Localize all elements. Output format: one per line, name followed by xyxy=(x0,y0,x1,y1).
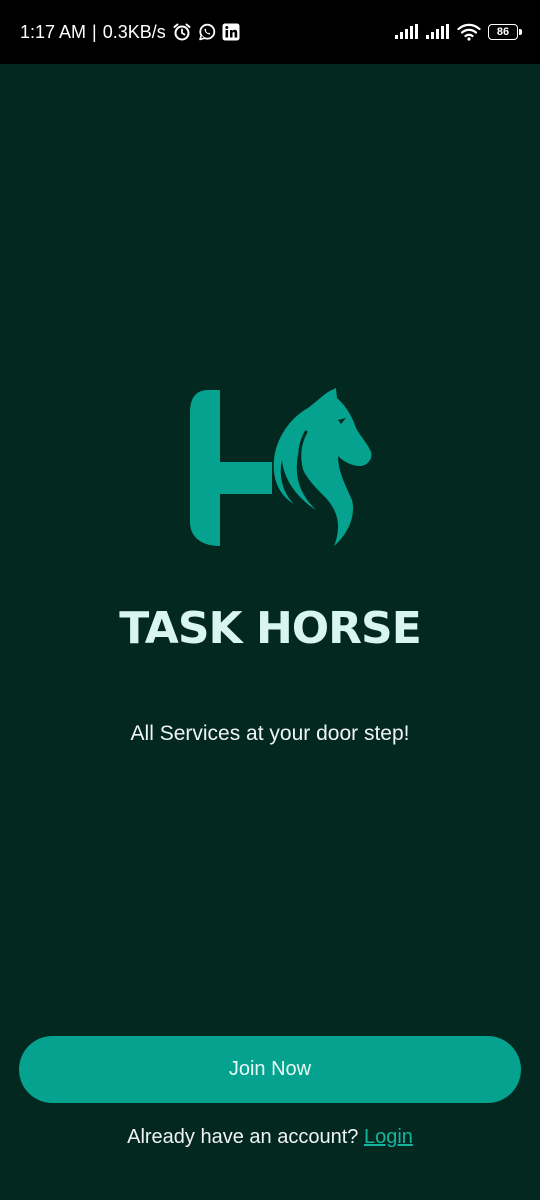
horse-logo-icon xyxy=(188,386,374,550)
status-separator: | xyxy=(92,22,97,42)
battery-icon: 86 xyxy=(488,24,522,40)
login-prompt: Already have an account? xyxy=(127,1126,359,1148)
status-speed: 0.3KB/s xyxy=(102,22,166,42)
brand-name: TASK HORSE xyxy=(119,603,422,654)
battery-level: 86 xyxy=(496,26,510,38)
signal-icon xyxy=(395,24,419,40)
linkedin-icon xyxy=(222,23,240,41)
status-time: 1:17 AM xyxy=(20,22,87,42)
wifi-icon xyxy=(457,23,481,41)
status-bar: 1:17 AM | 0.3KB/s 86 xyxy=(0,0,540,64)
whatsapp-icon xyxy=(198,23,216,41)
join-now-button[interactable]: Join Now xyxy=(19,1036,521,1103)
status-left: 1:17 AM | 0.3KB/s xyxy=(20,20,240,44)
login-row: Already have an account? Login xyxy=(0,1123,540,1151)
signal-icon xyxy=(426,24,450,40)
status-right: 86 xyxy=(395,20,522,44)
login-link[interactable]: Login xyxy=(364,1126,413,1148)
tagline: All Services at your door step! xyxy=(130,722,410,745)
alarm-icon xyxy=(172,22,192,42)
